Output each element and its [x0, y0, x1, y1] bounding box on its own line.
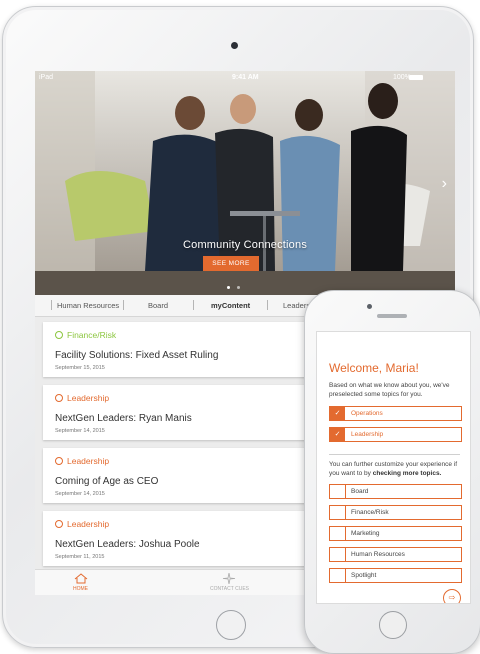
topic-label: Board	[351, 488, 369, 495]
nav-home-label: HOME	[73, 586, 88, 592]
card-title: Facility Solutions: Fixed Asset Ruling	[55, 350, 219, 361]
tab-separator	[267, 300, 268, 310]
card-title: NextGen Leaders: Joshua Poole	[55, 539, 200, 550]
carrier-label: iPad	[39, 74, 54, 81]
tab-separator	[123, 300, 124, 310]
card-date: September 14, 2015	[55, 491, 105, 497]
category-ring-icon	[55, 331, 63, 339]
hero-banner: iPad 9:41 AM 100% › Community Connection…	[35, 71, 455, 295]
divider	[329, 454, 460, 455]
carousel-dots[interactable]	[225, 276, 241, 294]
checkbox[interactable]	[330, 548, 346, 561]
customize-text: You can further customize your experienc…	[329, 461, 463, 478]
iphone-camera	[367, 304, 372, 309]
intro-text: Based on what we know about you, we've p…	[329, 382, 450, 398]
checkbox[interactable]	[330, 485, 346, 498]
tab-separator	[193, 300, 194, 310]
topic-label: Human Resources	[351, 551, 405, 558]
card-date: September 11, 2015	[55, 554, 105, 560]
nav-contact-label: CONTACT CUES	[210, 586, 249, 592]
category-ring-icon	[55, 520, 63, 528]
topic-human-resources[interactable]: Human Resources	[329, 547, 462, 562]
content-card[interactable]: Leadership Coming of Age as CEO Septembe…	[43, 448, 315, 503]
carousel-dot[interactable]	[236, 286, 240, 289]
battery-icon	[409, 75, 423, 80]
ipad-camera	[231, 42, 238, 49]
topic-label: Leadership	[351, 431, 384, 438]
content-card[interactable]: Finance/Risk Facility Solutions: Fixed A…	[43, 322, 315, 377]
chevron-right-icon[interactable]: ›	[442, 175, 447, 193]
iphone-home-button[interactable]	[379, 611, 407, 639]
card-category-label: Leadership	[67, 456, 110, 466]
status-bar: iPad 9:41 AM 100%	[35, 71, 455, 85]
checkbox[interactable]	[330, 569, 346, 582]
topic-label: Finance/Risk	[351, 509, 389, 516]
topic-operations[interactable]: ✓ Operations	[329, 406, 462, 421]
card-title: NextGen Leaders: Ryan Manis	[55, 413, 192, 424]
checkbox[interactable]	[330, 506, 346, 519]
welcome-heading: Welcome, Maria!	[329, 361, 419, 375]
carousel-dot[interactable]	[226, 286, 230, 289]
nav-home[interactable]: HOME	[73, 573, 88, 592]
card-date: September 14, 2015	[55, 428, 105, 434]
check-icon: ✓	[330, 407, 345, 420]
ipad-home-button[interactable]	[216, 610, 246, 640]
category-ring-icon	[55, 394, 63, 402]
topic-label: Operations	[351, 410, 383, 417]
tab-mycontent[interactable]: myContent	[211, 301, 250, 310]
tab-human-resources[interactable]: Human Resources	[57, 301, 119, 310]
tab-separator	[51, 300, 52, 310]
card-category-label: Leadership	[67, 393, 110, 403]
arrow-right-icon[interactable]: ⇨	[443, 589, 461, 603]
topic-leadership[interactable]: ✓ Leadership	[329, 427, 462, 442]
card-category: Leadership	[55, 519, 109, 529]
iphone-screen: Welcome, Maria! Based on what we know ab…	[316, 331, 471, 604]
tab-board[interactable]: Board	[148, 301, 168, 310]
topic-spotlight[interactable]: Spotlight	[329, 568, 462, 583]
checkbox[interactable]	[330, 527, 346, 540]
topic-board[interactable]: Board	[329, 484, 462, 499]
topic-finance-risk[interactable]: Finance/Risk	[329, 505, 462, 520]
content-card[interactable]: Leadership NextGen Leaders: Ryan Manis S…	[43, 385, 315, 440]
nav-contact-cues[interactable]: CONTACT CUES	[210, 572, 249, 592]
topic-marketing[interactable]: Marketing	[329, 526, 462, 541]
check-icon: ✓	[330, 428, 345, 441]
status-time: 9:41 AM	[232, 74, 259, 81]
iphone-speaker	[377, 314, 407, 318]
topic-label: Spotlight	[351, 572, 377, 579]
home-icon	[74, 573, 87, 584]
card-category: Leadership	[55, 456, 109, 466]
card-date: September 15, 2015	[55, 365, 105, 371]
category-ring-icon	[55, 457, 63, 465]
content-card[interactable]: Leadership NextGen Leaders: Joshua Poole…	[43, 511, 315, 566]
star-icon	[223, 572, 236, 585]
card-category-label: Leadership	[67, 519, 110, 529]
card-title: Coming of Age as CEO	[55, 476, 159, 487]
see-more-button[interactable]: SEE MORE	[203, 256, 259, 271]
card-category-label: Finance/Risk	[67, 330, 117, 340]
hero-title: Community Connections	[182, 239, 308, 251]
card-category: Leadership	[55, 393, 109, 403]
card-category: Finance/Risk	[55, 330, 116, 340]
customize-bold: checking more topics.	[372, 469, 442, 477]
topic-label: Marketing	[351, 530, 380, 537]
iphone-device: Welcome, Maria! Based on what we know ab…	[304, 290, 480, 654]
